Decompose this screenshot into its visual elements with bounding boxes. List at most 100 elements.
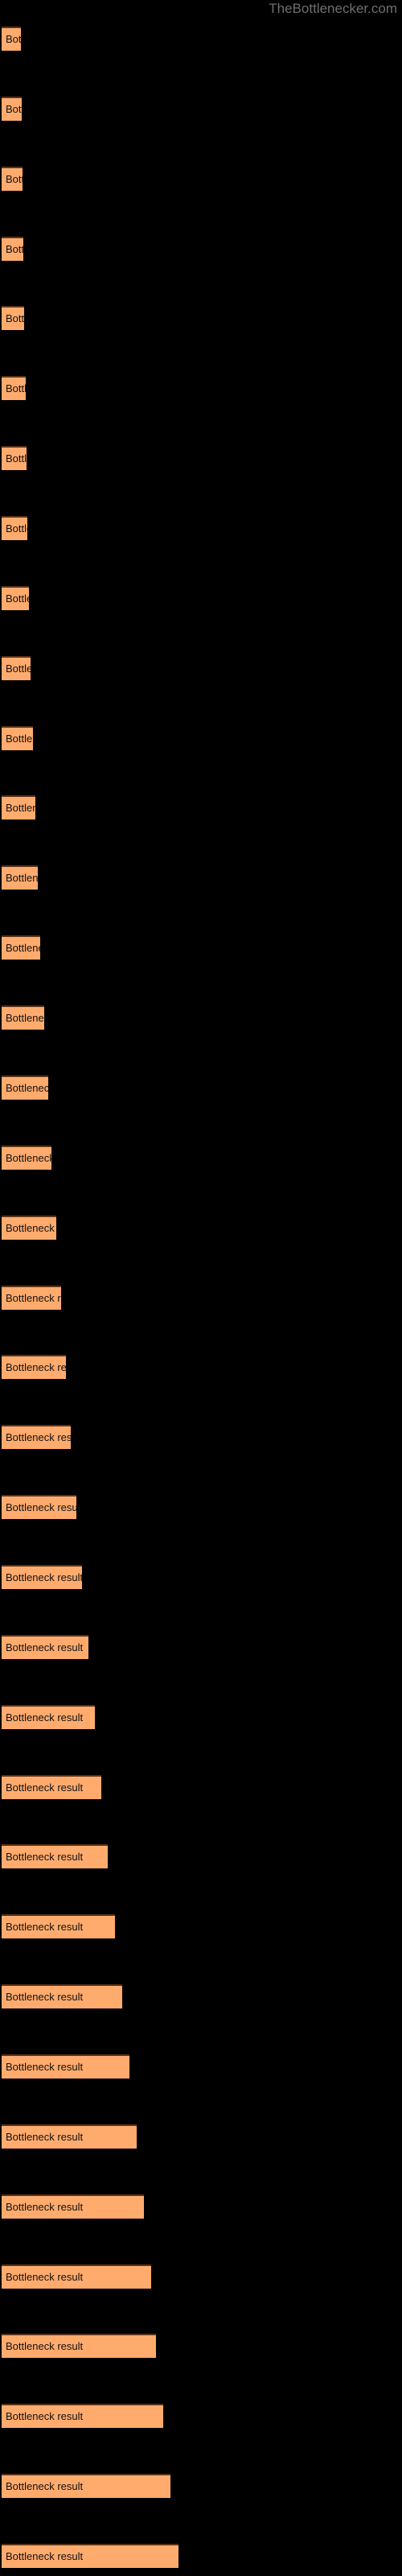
bar-label-clip: Bottleneck result (2, 1565, 82, 1589)
bar-row[interactable]: Bottleneck result (0, 1146, 402, 1170)
bar-label-clip: Bottleneck result (2, 2334, 156, 2358)
bar-row[interactable]: Bottleneck result (0, 2334, 402, 2358)
bar-label: Bottleneck result (6, 2271, 84, 2283)
bar-label: Bottleneck result (6, 592, 29, 605)
bar-row[interactable]: Bottleneck result (0, 167, 402, 191)
horizontal-bar-chart: Bottleneck result Bottleneck result Bottle… (0, 0, 402, 2576)
bar-label-clip: Bottleneck result (2, 1146, 51, 1170)
bar-label: Bottleneck result (6, 1152, 51, 1164)
bar-label-clip: Bottleneck result (2, 656, 31, 680)
bar-label: Bottleneck result (6, 2061, 84, 2073)
bar-label: Bottleneck result (6, 1991, 84, 2003)
bar-label: Bottleneck result (6, 2201, 84, 2213)
bar-row[interactable]: Bottleneck result (0, 935, 402, 960)
bar-label: Bottleneck result (6, 452, 27, 464)
bar-label-clip: Bottleneck result (2, 1705, 95, 1729)
bar-label-clip: Bottleneck result (2, 795, 35, 819)
bar-row[interactable]: Bottleneck result (0, 446, 402, 470)
bar-label-clip: Bottleneck result (2, 1216, 56, 1240)
bar-label-clip: Bottleneck result (2, 586, 29, 610)
bar-label: Bottleneck result (6, 2550, 84, 2562)
bar-label-clip: Bottleneck result (2, 1914, 115, 1938)
bar-label: Bottleneck result (6, 2340, 84, 2352)
bar-label-clip: Bottleneck result (2, 1286, 61, 1310)
bar-label-clip: Bottleneck result (2, 726, 33, 750)
bar-row[interactable]: Bottleneck result (0, 2474, 402, 2498)
bar-row[interactable]: Bottleneck result (0, 726, 402, 750)
bar-row[interactable]: Bottleneck result (0, 1216, 402, 1240)
bar-row[interactable]: Bottleneck result (0, 2264, 402, 2289)
bar-row[interactable]: Bottleneck result (0, 237, 402, 261)
bar-label: Bottleneck result (6, 1431, 71, 1443)
bar-row[interactable]: Bottleneck result (0, 865, 402, 890)
bar-row[interactable]: Bottleneck result (0, 2194, 402, 2219)
bar-label-clip: Bottleneck result (2, 237, 23, 261)
bar-label: Bottleneck result (6, 1781, 84, 1794)
bar-row[interactable]: Bottleneck result (0, 1775, 402, 1799)
bar-row[interactable]: Bottleneck result (0, 1005, 402, 1030)
bar-label: Bottleneck result (6, 1501, 76, 1513)
bar-row[interactable]: Bottleneck result (0, 2124, 402, 2149)
bar-label: Bottleneck result (6, 872, 38, 884)
bar-label-clip: Bottleneck result (2, 2264, 151, 2289)
bar-row[interactable]: Bottleneck result (0, 516, 402, 540)
bar-label-clip: Bottleneck result (2, 446, 27, 470)
bar-row[interactable]: Bottleneck result (0, 1495, 402, 1519)
bar-label-clip: Bottleneck result (2, 1635, 88, 1659)
bar-row[interactable]: Bottleneck result (0, 2404, 402, 2428)
bar-label: Bottleneck result (6, 2410, 84, 2422)
bar-label-clip: Bottleneck result (2, 516, 27, 540)
bar-label-clip: Bottleneck result (2, 1984, 122, 2008)
bar-row[interactable]: Bottleneck result (0, 2054, 402, 2079)
bar-label-clip: Bottleneck result (2, 1425, 71, 1449)
bar-label: Bottleneck result (6, 103, 22, 115)
bar-label-clip: Bottleneck result (2, 27, 21, 51)
bar-row[interactable]: Bottleneck result (0, 1425, 402, 1449)
bar-row[interactable]: Bottleneck result (0, 1984, 402, 2008)
bar-label-clip: Bottleneck result (2, 97, 22, 121)
bar-label-clip: Bottleneck result (2, 1775, 101, 1799)
bar-label: Bottleneck result (6, 1921, 84, 1933)
bar-row[interactable]: Bottleneck result (0, 1844, 402, 1868)
bar-label-clip: Bottleneck result (2, 2474, 170, 2498)
bar-label: Bottleneck result (6, 312, 24, 324)
bar-label: Bottleneck result (6, 382, 26, 394)
bar-row[interactable]: Bottleneck result (0, 795, 402, 819)
bar-label-clip: Bottleneck result (2, 2124, 137, 2149)
bar-label: Bottleneck result (6, 2480, 84, 2492)
bar-row[interactable]: Bottleneck result (0, 1286, 402, 1310)
bar-label-clip: Bottleneck result (2, 1355, 66, 1379)
bar-row[interactable]: Bottleneck result (0, 1705, 402, 1729)
bar-row[interactable]: Bottleneck result (0, 376, 402, 400)
bar-label: Bottleneck result (6, 522, 27, 535)
bar-label-clip: Bottleneck result (2, 2544, 178, 2568)
bar-row[interactable]: Bottleneck result (0, 1565, 402, 1589)
bar-label: Bottleneck result (6, 1292, 61, 1304)
bar-label-clip: Bottleneck result (2, 865, 38, 890)
bar-row[interactable]: Bottleneck result (0, 656, 402, 680)
bar-label: Bottleneck result (6, 1082, 48, 1094)
bar-row[interactable]: Bottleneck result (0, 1914, 402, 1938)
bar-label: Bottleneck result (6, 33, 21, 45)
bar-label-clip: Bottleneck result (2, 167, 23, 191)
bar-label: Bottleneck result (6, 733, 33, 745)
bar-label: Bottleneck result (6, 1641, 84, 1653)
bar-label-clip: Bottleneck result (2, 1844, 108, 1868)
bar-row[interactable]: Bottleneck result (0, 306, 402, 330)
bar-label: Bottleneck result (6, 802, 35, 814)
bar-label-clip: Bottleneck result (2, 1075, 48, 1100)
bar-row[interactable]: Bottleneck result (0, 27, 402, 51)
bar-label: Bottleneck result (6, 2131, 84, 2143)
bar-label: Bottleneck result (6, 1851, 84, 1863)
bar-row[interactable]: Bottleneck result (0, 1075, 402, 1100)
bar-label: Bottleneck result (6, 1012, 44, 1024)
bar-row[interactable]: Bottleneck result (0, 97, 402, 121)
bar-label-clip: Bottleneck result (2, 2054, 129, 2079)
bar-row[interactable]: Bottleneck result (0, 586, 402, 610)
bar-row[interactable]: Bottleneck result (0, 2544, 402, 2568)
bar-label-clip: Bottleneck result (2, 306, 24, 330)
bar-label: Bottleneck result (6, 173, 23, 185)
bar-row[interactable]: Bottleneck result (0, 1355, 402, 1379)
bar-row[interactable]: Bottleneck result (0, 1635, 402, 1659)
bar-label-clip: Bottleneck result (2, 1005, 44, 1030)
